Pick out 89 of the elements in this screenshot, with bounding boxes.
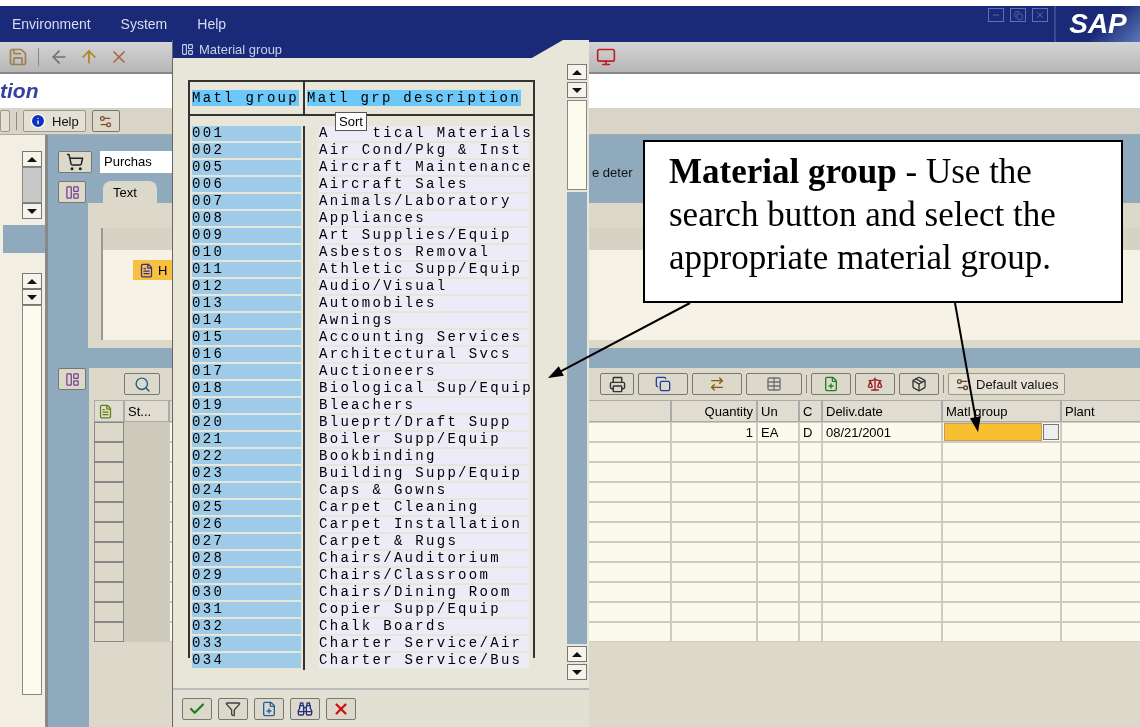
description-cell[interactable]: Copier Supp/Equip <box>319 602 529 617</box>
description-cell[interactable]: Building Supp/Equip <box>319 466 529 481</box>
code-cell[interactable]: 014 <box>192 313 301 328</box>
table-cell: 1 <box>671 422 757 442</box>
code-cell[interactable]: 013 <box>192 296 301 311</box>
description-cell[interactable]: Auctioneers <box>319 364 529 379</box>
table-cell: EA <box>757 422 799 442</box>
description-cell[interactable]: Architectural Svcs <box>319 347 529 362</box>
code-cell[interactable]: 007 <box>192 194 301 209</box>
code-cell[interactable]: 023 <box>192 466 301 481</box>
description-cell[interactable]: Art Supplies/Equip <box>319 228 529 243</box>
tab[interactable]: Text <box>103 181 157 203</box>
description-cell[interactable]: Audio/Visual <box>319 279 529 294</box>
description-cell[interactable]: Accounting Services <box>319 330 529 345</box>
dialog-title: Material group <box>173 40 563 58</box>
tooltip: Sort <box>335 112 367 131</box>
description-cell[interactable]: Caps & Gowns <box>319 483 529 498</box>
table-cell: D <box>799 422 822 442</box>
code-cell[interactable]: 002 <box>192 143 301 158</box>
code-cell[interactable]: 028 <box>192 551 301 566</box>
description-cell[interactable]: Boiler Supp/Equip <box>319 432 529 447</box>
column-header[interactable]: Un <box>757 400 799 422</box>
menu-item[interactable]: Help <box>197 16 227 32</box>
description-cell[interactable]: Carpet & Rugs <box>319 534 529 549</box>
code-cell[interactable]: 027 <box>192 534 301 549</box>
code-cell[interactable]: 026 <box>192 517 301 532</box>
code-cell[interactable]: 008 <box>192 211 301 226</box>
code-cell[interactable]: 020 <box>192 415 301 430</box>
column-header[interactable]: Deliv.date <box>822 400 942 422</box>
description-cell[interactable]: Bleachers <box>319 398 529 413</box>
description-cell[interactable]: A tical Materials <box>319 126 529 141</box>
description-cell[interactable]: Appliances <box>319 211 529 226</box>
description-cell[interactable]: Carpet Installation <box>319 517 529 532</box>
description-cell[interactable]: Charter Service/Bus <box>319 653 529 668</box>
code-cell[interactable]: 024 <box>192 483 301 498</box>
code-cell[interactable]: 010 <box>192 245 301 260</box>
code-cell[interactable]: 025 <box>192 500 301 515</box>
description-cell[interactable]: Air Cond/Pkg & Inst <box>319 143 529 158</box>
default-values-button[interactable]: Default values <box>948 373 1066 395</box>
callout-text: Material group - Use the search button and select the appropriate material group. <box>669 151 1057 279</box>
description-cell[interactable]: Chairs/Classroom <box>319 568 529 583</box>
description-cell[interactable]: Carpet Cleaning <box>319 500 529 515</box>
header-item[interactable]: H <box>133 260 174 280</box>
code-cell[interactable]: 005 <box>192 160 301 175</box>
table-cell: 08/21/2001 <box>822 422 942 442</box>
column-header[interactable]: C <box>799 400 822 422</box>
description-cell[interactable]: Aircraft Sales <box>319 177 529 192</box>
code-cell[interactable]: 006 <box>192 177 301 192</box>
column-header[interactable]: Matl group <box>192 90 299 106</box>
code-cell[interactable]: 031 <box>192 602 301 617</box>
description-cell[interactable]: Animals/Laboratory <box>319 194 529 209</box>
code-cell[interactable]: 022 <box>192 449 301 464</box>
description-cell[interactable]: Blueprt/Draft Supp <box>319 415 529 430</box>
code-cell[interactable]: 032 <box>192 619 301 634</box>
column-header[interactable]: Matl grp description <box>307 90 522 106</box>
description-cell[interactable]: Automobiles <box>319 296 529 311</box>
code-cell[interactable]: 011 <box>192 262 301 277</box>
code-cell[interactable]: 018 <box>192 381 301 396</box>
logo: SAP <box>1054 6 1140 42</box>
screen-title: tion <box>0 79 39 103</box>
description-cell[interactable]: Bookbinding <box>319 449 529 464</box>
description-cell[interactable]: Charter Service/Air <box>319 636 529 651</box>
menu-item[interactable]: Environment <box>12 16 91 32</box>
menu-item[interactable]: System <box>120 16 168 32</box>
code-cell[interactable]: 019 <box>192 398 301 413</box>
description-cell[interactable]: Aircraft Maintenance <box>319 160 529 175</box>
code-cell[interactable]: 009 <box>192 228 301 243</box>
code-cell[interactable]: 017 <box>192 364 301 379</box>
code-cell[interactable]: 033 <box>192 636 301 651</box>
description-cell[interactable]: Chairs/Dining Room <box>319 585 529 600</box>
code-cell[interactable]: 030 <box>192 585 301 600</box>
column-header[interactable]: Plant <box>1061 400 1140 422</box>
description-cell[interactable]: Biological Sup/Equip <box>319 381 529 396</box>
code-cell[interactable]: 029 <box>192 568 301 583</box>
description-cell[interactable]: Asbestos Removal <box>319 245 529 260</box>
code-cell[interactable]: 012 <box>192 279 301 294</box>
help-button[interactable]: Help <box>23 110 86 132</box>
code-cell[interactable]: 021 <box>192 432 301 447</box>
code-cell[interactable]: 034 <box>192 653 301 668</box>
column-header[interactable]: St... <box>124 400 169 422</box>
code-cell[interactable]: 001 <box>192 126 301 141</box>
code-cell[interactable]: 016 <box>192 347 301 362</box>
column-header[interactable]: Quantity <box>671 400 757 422</box>
code-cell[interactable]: 015 <box>192 330 301 345</box>
description-cell[interactable]: Chalk Boards <box>319 619 529 634</box>
note-text: e deter <box>592 165 633 180</box>
description-cell[interactable]: Athletic Supp/Equip <box>319 262 529 277</box>
description-cell[interactable]: Awnings <box>319 313 529 328</box>
description-cell[interactable]: Chairs/Auditorium <box>319 551 529 566</box>
